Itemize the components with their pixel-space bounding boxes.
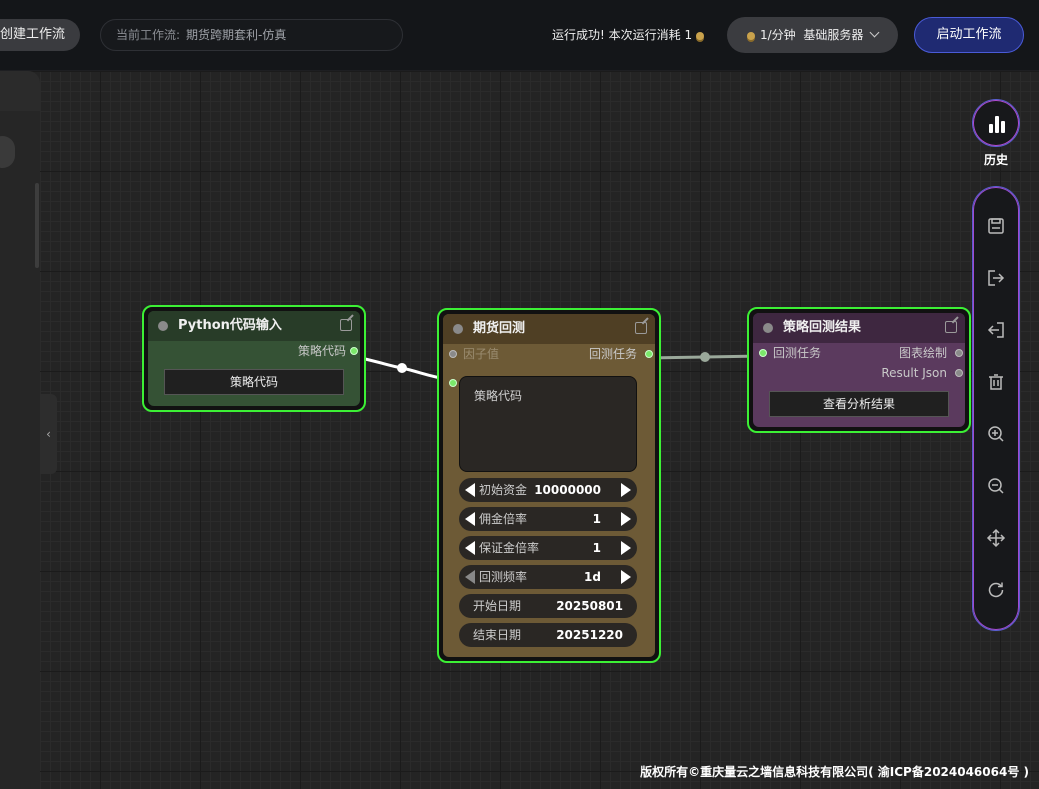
node-status-dot — [453, 324, 463, 334]
left-panel-header — [0, 71, 40, 111]
strategy-code-button[interactable]: 策略代码 — [164, 369, 344, 395]
margin-rate-stepper[interactable]: 保证金倍率 1 — [459, 536, 637, 560]
save-icon[interactable] — [986, 216, 1006, 236]
field-label: 结束日期 — [473, 628, 522, 642]
current-workflow-field[interactable]: 当前工作流: 期货跨期套利-仿真 — [100, 19, 403, 51]
import-icon[interactable] — [986, 320, 1006, 340]
edit-icon[interactable] — [340, 319, 352, 331]
field-value: 20250801 — [556, 599, 623, 613]
increment-icon[interactable] — [621, 570, 631, 584]
edit-icon[interactable] — [945, 321, 957, 333]
field-label: 开始日期 — [473, 599, 522, 613]
output-port-json[interactable] — [955, 369, 963, 377]
top-bar: 创建工作流 当前工作流: 期货跨期套利-仿真 运行成功! 本次运行消耗 1 1/分… — [0, 0, 1039, 71]
decrement-icon[interactable] — [465, 512, 475, 526]
field-value: 1 — [592, 541, 601, 555]
input-port-factor[interactable] — [449, 350, 457, 358]
field-label: 回测频率 — [479, 570, 528, 584]
increment-icon[interactable] — [621, 541, 631, 555]
coin-icon — [747, 31, 755, 40]
node-status-dot — [763, 323, 773, 333]
field-label: 保证金倍率 — [479, 541, 540, 555]
view-analysis-button[interactable]: 查看分析结果 — [769, 391, 949, 417]
chevron-left-icon: ‹ — [46, 427, 51, 441]
bar-chart-icon — [988, 115, 1006, 133]
initial-capital-stepper[interactable]: 初始资金 10000000 — [459, 478, 637, 502]
decrement-icon[interactable] — [465, 541, 475, 555]
field-label: 佣金倍率 — [479, 512, 528, 526]
history-label: 历史 — [983, 153, 1008, 167]
new-workflow-button[interactable]: 创建工作流 — [0, 19, 80, 51]
left-panel — [0, 71, 40, 789]
field-value: 10000000 — [534, 483, 601, 497]
decrement-icon[interactable] — [465, 570, 475, 584]
node-title-text: 期货回测 — [473, 321, 526, 336]
end-date-field[interactable]: 结束日期 20251220 — [459, 623, 637, 647]
node-python-input[interactable]: Python代码输入 策略代码 策略代码 — [142, 305, 366, 412]
start-workflow-button[interactable]: 启动工作流 — [914, 17, 1024, 53]
commission-rate-stepper[interactable]: 佣金倍率 1 — [459, 507, 637, 531]
zoom-out-icon[interactable] — [986, 476, 1006, 496]
input-label-task: 回测任务 — [773, 346, 822, 360]
code-placeholder: 策略代码 — [474, 389, 523, 403]
export-icon[interactable] — [986, 268, 1006, 288]
output-port-task[interactable] — [645, 350, 653, 358]
io-row: 因子值 回测任务 — [443, 344, 655, 364]
output-row: 策略代码 — [148, 341, 360, 361]
current-workflow-name: 期货跨期套利-仿真 — [186, 28, 287, 42]
output-label-task: 回测任务 — [588, 347, 637, 361]
canvas-toolbar — [972, 186, 1020, 631]
copyright-footer: 版权所有©重庆量云之墙信息科技有限公司( 渝ICP备2024046064号 ) — [640, 765, 1029, 779]
field-value: 20251220 — [556, 628, 623, 642]
collapse-panel-button[interactable]: ‹ — [40, 394, 57, 474]
server-select[interactable]: 1/分钟 基础服务器 — [727, 17, 898, 53]
increment-icon[interactable] — [621, 512, 631, 526]
trash-icon[interactable] — [986, 372, 1006, 392]
io-row: Result Json — [753, 363, 965, 383]
history-button[interactable] — [972, 99, 1020, 147]
input-port-task[interactable] — [759, 349, 767, 357]
node-futures-backtest[interactable]: 期货回测 因子值 回测任务 策略代码 初始资金 10000000 佣金倍率 1 … — [437, 308, 661, 663]
node-status-dot — [158, 321, 168, 331]
input-label-factor: 因子值 — [463, 347, 500, 361]
increment-icon[interactable] — [621, 483, 631, 497]
chevron-down-icon — [869, 27, 880, 38]
output-label-chart: 图表绘制 — [898, 346, 947, 360]
coin-icon — [696, 31, 705, 40]
left-panel-scrollbar[interactable] — [35, 183, 39, 268]
start-date-field[interactable]: 开始日期 20250801 — [459, 594, 637, 618]
output-port[interactable] — [350, 347, 358, 355]
output-port-chart[interactable] — [955, 349, 963, 357]
field-label: 初始资金 — [479, 483, 528, 497]
node-title[interactable]: 期货回测 — [443, 314, 655, 344]
edit-icon[interactable] — [635, 322, 647, 334]
input-port-code[interactable] — [449, 379, 457, 387]
node-title-text: Python代码输入 — [178, 318, 282, 333]
node-title[interactable]: Python代码输入 — [148, 311, 360, 341]
field-value: 1 — [592, 512, 601, 526]
server-rate: 1/分钟 — [760, 28, 796, 42]
decrement-icon[interactable] — [465, 483, 475, 497]
move-icon[interactable] — [986, 528, 1006, 548]
io-row: 回测任务 图表绘制 — [753, 343, 965, 363]
server-name: 基础服务器 — [803, 28, 864, 42]
current-workflow-label: 当前工作流: — [116, 28, 181, 42]
output-label: 策略代码 — [297, 344, 346, 358]
backtest-frequency-stepper[interactable]: 回测频率 1d — [459, 565, 637, 589]
left-panel-search[interactable] — [0, 136, 15, 168]
run-status-text: 运行成功! 本次运行消耗 1 — [552, 28, 693, 42]
field-value: 1d — [584, 570, 601, 584]
zoom-in-icon[interactable] — [986, 424, 1006, 444]
node-backtest-result[interactable]: 策略回测结果 回测任务 图表绘制 Result Json 查看分析结果 — [747, 307, 971, 433]
run-status: 运行成功! 本次运行消耗 1 — [552, 26, 705, 44]
node-title-text: 策略回测结果 — [783, 320, 862, 335]
strategy-code-textarea[interactable]: 策略代码 — [459, 376, 637, 472]
node-title[interactable]: 策略回测结果 — [753, 313, 965, 343]
refresh-icon[interactable] — [986, 580, 1006, 600]
output-label-json: Result Json — [881, 366, 947, 380]
